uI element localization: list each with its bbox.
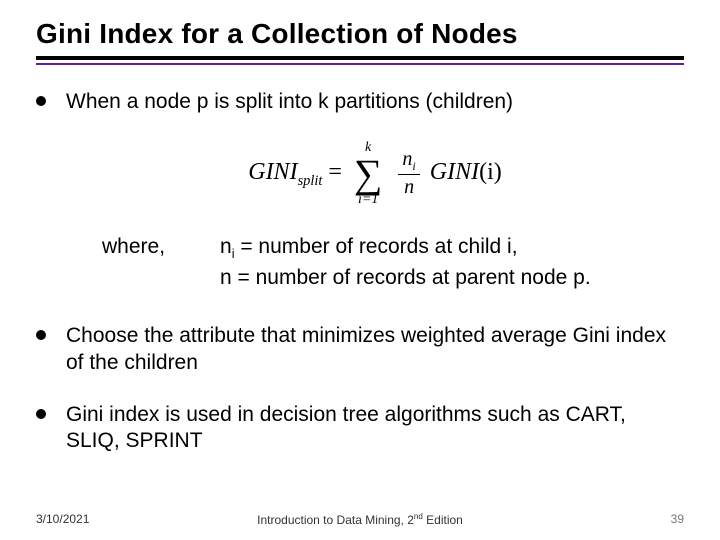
where-def-1: ni = number of records at child i,	[220, 234, 591, 263]
def1-text: = number of records at child i,	[235, 235, 518, 258]
bullet-item: Choose the attribute that minimizes weig…	[36, 323, 684, 376]
sigma-icon: ∑	[354, 157, 383, 191]
where-block: where, ni = number of records at child i…	[66, 234, 684, 293]
def1-symbol: n	[220, 235, 232, 258]
num-sub: i	[412, 159, 415, 173]
bullet-list: When a node p is split into k partitions…	[36, 89, 684, 454]
where-def-2: n = number of records at parent node p.	[220, 265, 591, 291]
where-definitions: ni = number of records at child i, n = n…	[220, 234, 591, 293]
equals-sign: =	[328, 159, 348, 185]
bullet-item: When a node p is split into k partitions…	[36, 89, 684, 293]
bullet-text: Gini index is used in decision tree algo…	[66, 403, 626, 452]
sum-lower: i=1	[358, 191, 378, 209]
fraction: ni n	[398, 147, 419, 200]
bullet-item: Gini index is used in decision tree algo…	[36, 402, 684, 455]
bullet-text: Choose the attribute that minimizes weig…	[66, 324, 666, 373]
slide-title: Gini Index for a Collection of Nodes	[36, 18, 684, 50]
rule-black	[36, 56, 684, 60]
fraction-numerator: ni	[398, 147, 419, 175]
footer-date: 3/10/2021	[36, 512, 89, 526]
where-label: where,	[102, 234, 192, 293]
def2-text: = number of records at parent node p.	[232, 266, 591, 289]
formula-rhs-func: GINI	[430, 159, 479, 185]
summation: k ∑ i=1	[354, 139, 383, 208]
fraction-denominator: n	[400, 175, 418, 200]
gini-split-formula: GINIsplit = k ∑ i=1 ni n GINI(i)	[232, 133, 518, 214]
formula-block: GINIsplit = k ∑ i=1 ni n GINI(i)	[66, 133, 684, 214]
formula-lhs-sub: split	[298, 173, 323, 189]
slide-footer: 3/10/2021 Introduction to Data Mining, 2…	[36, 512, 684, 526]
title-underline	[36, 56, 684, 65]
formula-rhs-arg: (i)	[479, 159, 502, 185]
formula-lhs: GINI	[248, 159, 297, 185]
num-n: n	[402, 148, 412, 170]
footer-title-pre: Introduction to Data Mining, 2	[257, 513, 414, 527]
slide: Gini Index for a Collection of Nodes Whe…	[0, 0, 720, 540]
rule-purple	[36, 63, 684, 65]
bullet-text: When a node p is split into k partitions…	[66, 90, 513, 113]
footer-title-post: Edition	[423, 513, 463, 527]
footer-page-number: 39	[671, 512, 684, 526]
slide-body: When a node p is split into k partitions…	[36, 89, 684, 454]
footer-center: Introduction to Data Mining, 2nd Edition	[36, 512, 684, 527]
def2-symbol: n	[220, 266, 232, 289]
footer-title-sup: nd	[414, 512, 423, 521]
